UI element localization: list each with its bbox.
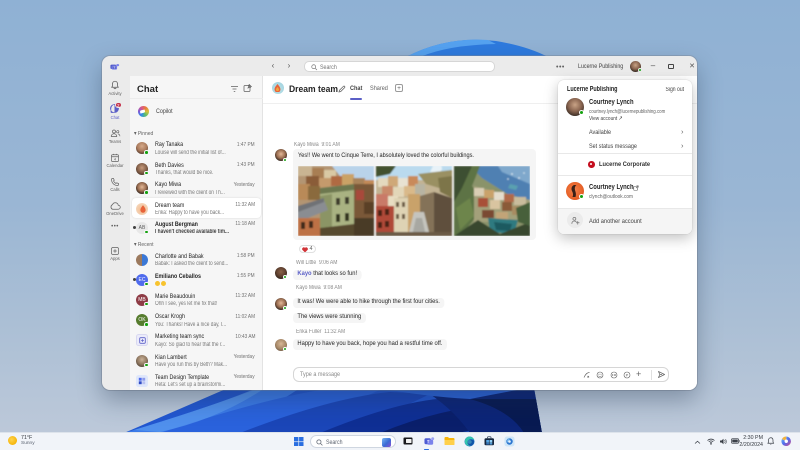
- svg-text:P: P: [625, 372, 628, 377]
- svg-text:4: 4: [114, 157, 117, 162]
- svg-text:T: T: [113, 66, 115, 70]
